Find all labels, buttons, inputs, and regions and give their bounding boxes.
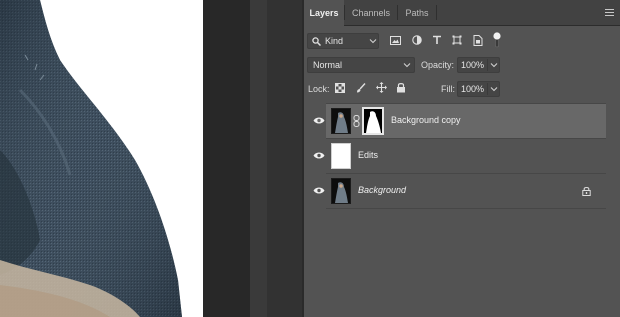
chevron-down-icon xyxy=(490,87,498,92)
opacity-value: 100% xyxy=(461,60,485,70)
layer-thumbnail xyxy=(331,108,351,134)
layer-row-background-copy[interactable]: Background copy xyxy=(313,103,606,138)
image-filter-icon[interactable] xyxy=(390,36,401,45)
layer-row-background[interactable]: Background xyxy=(313,173,606,209)
lock-pixels-icon[interactable] xyxy=(335,83,345,93)
opacity-label: Opacity: xyxy=(421,60,455,70)
layer-thumbnail xyxy=(331,143,351,169)
eye-icon[interactable] xyxy=(313,186,325,195)
fill-field[interactable]: 100% xyxy=(457,81,500,97)
document-canvas[interactable] xyxy=(0,0,203,317)
search-icon xyxy=(312,37,321,46)
tab-divider xyxy=(436,5,437,20)
shape-filter-icon[interactable] xyxy=(452,35,462,45)
layer-preview xyxy=(332,179,350,203)
tab-paths[interactable]: Paths xyxy=(398,0,436,25)
lock-move-icon[interactable] xyxy=(376,82,387,93)
layers-panel: Layers Channels Paths Kind Normal Opacit… xyxy=(304,0,620,317)
workspace-gutter xyxy=(250,0,267,317)
photo-fragment xyxy=(0,0,182,317)
layer-name[interactable]: Background xyxy=(358,185,406,195)
lock-paint-icon[interactable] xyxy=(356,83,366,93)
chevron-down-icon xyxy=(490,63,498,68)
filter-toggle-icon[interactable] xyxy=(492,30,502,48)
layer-preview xyxy=(332,109,350,133)
fill-value: 100% xyxy=(461,84,485,94)
type-filter-icon[interactable] xyxy=(432,35,442,45)
tab-channels[interactable]: Channels xyxy=(345,0,397,25)
smart-object-filter-icon[interactable] xyxy=(473,35,483,46)
workspace-gutter xyxy=(203,0,250,317)
opacity-field[interactable]: 100% xyxy=(457,57,500,73)
eye-icon[interactable] xyxy=(313,116,325,125)
lock-label: Lock: xyxy=(308,84,330,94)
filter-kind-select[interactable]: Kind xyxy=(307,33,379,49)
tab-layers[interactable]: Layers xyxy=(304,0,344,26)
blend-mode-select[interactable]: Normal xyxy=(307,57,415,73)
adjustment-filter-icon[interactable] xyxy=(412,35,422,45)
lock-all-icon[interactable] xyxy=(396,82,406,93)
chevron-down-icon xyxy=(403,63,411,68)
fill-label: Fill: xyxy=(441,84,455,94)
panel-tab-bar: Layers Channels Paths xyxy=(304,0,620,26)
blend-mode-value: Normal xyxy=(313,60,343,70)
filter-kind-value: Kind xyxy=(325,36,344,46)
chevron-down-icon xyxy=(369,39,377,44)
link-icon[interactable] xyxy=(353,115,360,127)
mask-preview xyxy=(364,109,382,133)
layer-name[interactable]: Edits xyxy=(358,150,378,160)
lock-icon xyxy=(582,186,591,196)
layer-name[interactable]: Background copy xyxy=(391,115,461,125)
eye-icon[interactable] xyxy=(313,151,325,160)
layer-row-edits[interactable]: Edits xyxy=(313,138,606,173)
panel-menu-icon[interactable] xyxy=(605,9,614,16)
workspace-gutter xyxy=(267,0,302,317)
layer-mask-thumbnail[interactable] xyxy=(362,107,384,135)
layer-thumbnail xyxy=(331,178,351,204)
